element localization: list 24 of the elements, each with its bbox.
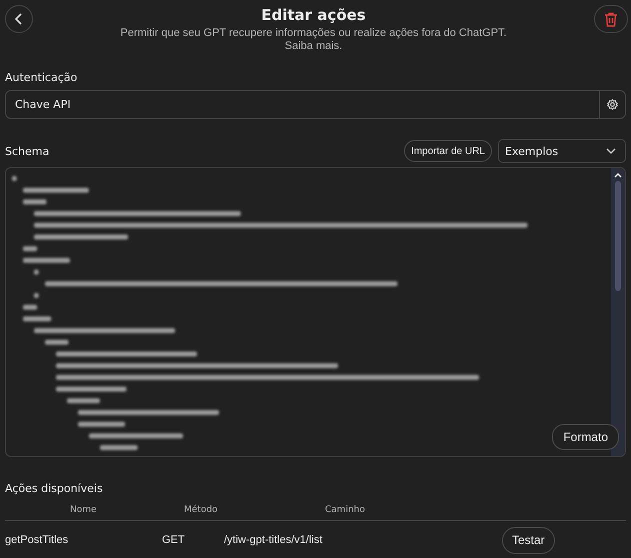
chevron-down-icon	[606, 148, 616, 154]
format-button[interactable]: Formato	[552, 424, 619, 450]
scroll-up-icon	[614, 172, 622, 178]
back-button[interactable]	[5, 5, 33, 33]
page-title: Editar ações	[261, 6, 366, 24]
section-label: Ações disponíveis	[5, 482, 104, 495]
table-cell-text: /ytiw-gpt-titles/v1/list	[224, 534, 324, 546]
test-button[interactable]: Testar	[502, 526, 555, 554]
learn-more-link[interactable]: Saiba mais.	[284, 40, 342, 52]
import-url-button[interactable]: Importar de URL	[404, 140, 492, 162]
trash-icon	[604, 12, 618, 26]
column-header: Caminho	[325, 505, 365, 515]
code-editor[interactable]: Formato	[5, 167, 626, 457]
column-header: Nome	[69, 505, 98, 515]
section-label: Autenticação	[5, 71, 78, 84]
scrollbar-thumb[interactable]	[615, 181, 621, 291]
table-cell-text: GET	[162, 534, 186, 546]
table-cell-text: getPostTitles	[5, 534, 70, 546]
column-header: Método	[183, 505, 219, 515]
examples-dropdown[interactable]: Exemplos	[498, 139, 626, 163]
page-description: Permitir que seu GPT recupere informações ou realize ações fora do ChatGPT.	[120, 27, 507, 39]
delete-button[interactable]	[594, 5, 628, 33]
scrollbar[interactable]	[611, 168, 625, 456]
section-label: Schema	[5, 144, 50, 158]
